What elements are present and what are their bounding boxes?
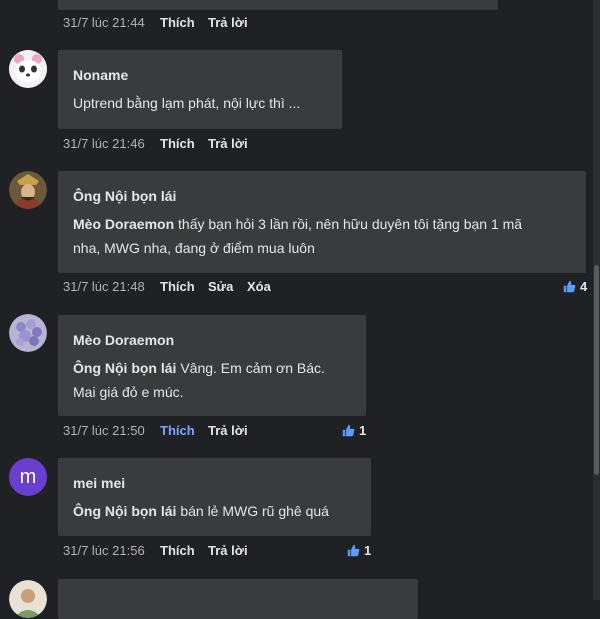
comment-bubble: mei mei Ông Nội bọn lái bán lẻ MWG rũ gh… (58, 458, 371, 536)
reply-action[interactable]: Trả lời (208, 543, 248, 558)
comment-author[interactable]: Mèo Doraemon (73, 332, 174, 348)
comment-timestamp[interactable]: 31/7 lúc 21:46 (63, 136, 145, 151)
comment-text: Ông Nội bọn lái Vâng. Em cảm ơn Bác. Mai… (73, 356, 358, 404)
comment-timestamp[interactable]: 31/7 lúc 21:56 (63, 543, 145, 558)
comment-timestamp[interactable]: 31/7 lúc 21:50 (63, 423, 145, 438)
flower-avatar-icon[interactable] (9, 314, 47, 352)
like-count[interactable]: 4 (563, 279, 587, 294)
comment-author[interactable]: Ông Nội bọn lái (73, 188, 176, 204)
scrollbar-thumb[interactable] (594, 265, 599, 475)
mention-link[interactable]: Ông Nội bọn lái (73, 360, 176, 376)
reply-action[interactable]: Trả lời (208, 136, 248, 151)
mention-link[interactable]: Ông Nội bọn lái (73, 503, 176, 519)
like-action[interactable]: Thích (160, 423, 195, 438)
like-action[interactable]: Thích (160, 15, 195, 30)
comment-text: Ông Nội bọn lái bán lẻ MWG rũ ghê quá (73, 499, 363, 523)
like-action[interactable]: Thích (160, 136, 195, 151)
comment-bubble-partial (58, 579, 418, 619)
panda-avatar-icon[interactable] (9, 50, 47, 88)
comment-author[interactable]: mei mei (73, 475, 125, 491)
comment-line: thấy bạn hỏi 3 lần rồi, nên hữu duyên tô… (174, 216, 523, 232)
comment-timestamp[interactable]: 31/7 lúc 21:44 (63, 15, 145, 30)
comment-bubble: Mèo Doraemon Ông Nội bọn lái Vâng. Em cả… (58, 315, 366, 416)
comment-text: Mèo Doraemon thấy bạn hỏi 3 lần rồi, nên… (73, 212, 578, 260)
reply-action[interactable]: Trả lời (208, 15, 248, 30)
edit-action[interactable]: Sửa (208, 279, 233, 294)
comment-line: nha, MWG nha, đang ở điểm mua luôn (73, 240, 315, 256)
like-action[interactable]: Thích (160, 279, 195, 294)
mention-link[interactable]: Mèo Doraemon (73, 216, 174, 232)
comment-text: Uptrend bằng lạm phát, nội lực thì ... (73, 91, 300, 115)
like-count-value: 1 (359, 423, 367, 438)
comment-line: bán lẻ MWG rũ ghê quá (176, 503, 329, 519)
comment-timestamp[interactable]: 31/7 lúc 21:48 (63, 279, 145, 294)
warrior-avatar-icon[interactable] (9, 171, 47, 209)
reply-action[interactable]: Trả lời (208, 423, 248, 438)
thumbs-up-icon (342, 424, 355, 437)
thumbs-up-icon (347, 544, 360, 557)
like-count-value: 1 (364, 543, 372, 558)
comment-author[interactable]: Noname (73, 67, 128, 83)
comment-line: Uptrend bằng lạm phát, nội lực thì ... (73, 95, 301, 111)
like-count-value: 4 (580, 279, 588, 294)
thumbs-up-icon (563, 280, 576, 293)
avatar-letter: m (19, 466, 37, 488)
like-count[interactable]: 1 (342, 423, 366, 438)
letter-avatar-icon[interactable]: m (9, 458, 47, 496)
comment-bubble-partial (58, 0, 498, 10)
like-count[interactable]: 1 (347, 543, 371, 558)
person-avatar-icon[interactable] (9, 580, 47, 618)
like-action[interactable]: Thích (160, 543, 195, 558)
comment-line: Mai giá đỏ e múc. (73, 384, 184, 400)
comment-bubble: Ông Nội bọn lái Mèo Doraemon thấy bạn hỏ… (58, 171, 586, 273)
delete-action[interactable]: Xóa (247, 279, 271, 294)
comment-line: Vâng. Em cảm ơn Bác. (176, 360, 325, 376)
comment-bubble: Noname Uptrend bằng lạm phát, nội lực th… (58, 50, 342, 129)
